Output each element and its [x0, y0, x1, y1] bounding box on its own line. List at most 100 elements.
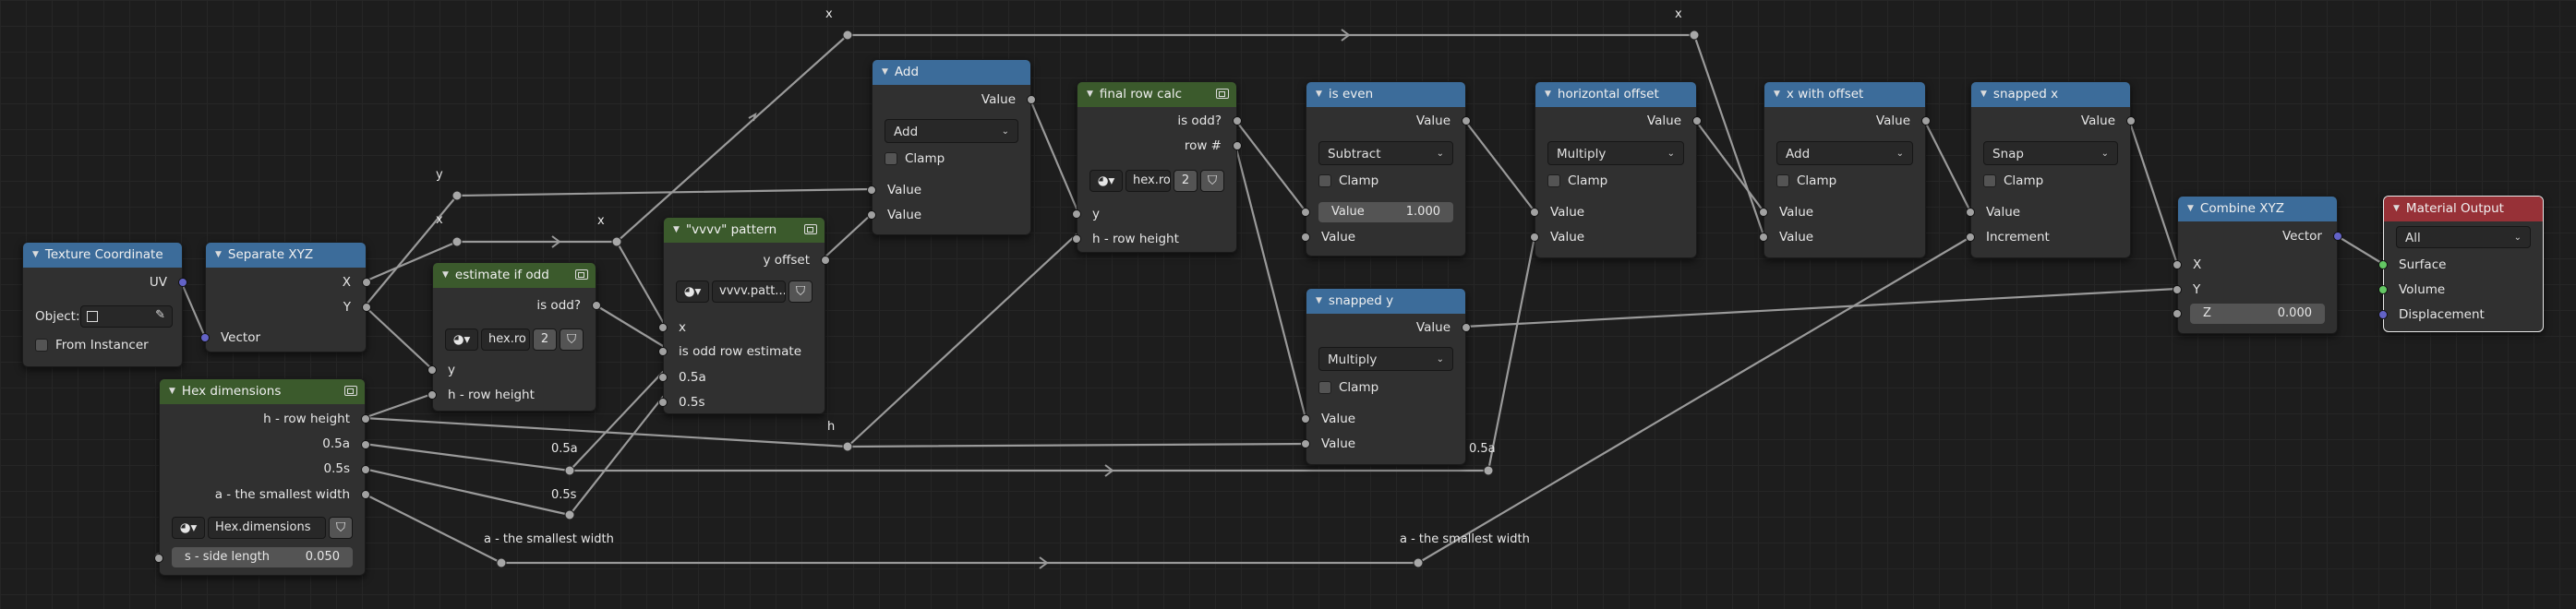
input-socket-05s[interactable]	[658, 398, 668, 407]
input-socket-z[interactable]	[2173, 309, 2182, 318]
input-socket-h[interactable]	[1072, 234, 1081, 244]
clamp-toggle[interactable]: Clamp	[1776, 171, 1836, 191]
input-socket-x[interactable]	[2173, 260, 2182, 269]
clamp-toggle[interactable]: Clamp	[1547, 171, 1607, 191]
z-field[interactable]: Z 0.000	[2190, 304, 2325, 324]
group-datablock-selector[interactable]: ◕▾ hex.ro 2 ⛉	[1089, 169, 1224, 193]
user-count[interactable]: 2	[533, 328, 557, 351]
node-tree-browse-icon[interactable]: ◕▾	[445, 328, 478, 351]
collapse-arrow-icon[interactable]: ▼	[1545, 82, 1551, 107]
node-header[interactable]: ▼ Combine XYZ	[2178, 197, 2337, 221]
output-socket-a[interactable]	[361, 490, 370, 499]
clamp-toggle[interactable]: Clamp	[1318, 377, 1378, 398]
collapse-arrow-icon[interactable]: ▼	[1316, 289, 1322, 314]
node-header[interactable]: ▼ Material Output	[2384, 197, 2543, 221]
node-snapped-x[interactable]: ▼ snapped x Value Snap ⌄ Clamp Value Incr…	[1966, 81, 2136, 258]
input-socket-odd-estimate[interactable]	[658, 347, 668, 356]
input-socket-y[interactable]	[2173, 285, 2182, 294]
operation-dropdown[interactable]: Subtract ⌄	[1318, 141, 1453, 165]
clamp-toggle[interactable]: Clamp	[1318, 171, 1378, 191]
fake-user-shield-icon[interactable]: ⛉	[1200, 170, 1224, 192]
operation-dropdown[interactable]: Add ⌄	[1776, 141, 1913, 165]
node-header[interactable]: ▼ Add	[873, 60, 1030, 85]
output-socket-y[interactable]	[362, 303, 371, 312]
node-group-icon[interactable]	[344, 386, 357, 396]
group-datablock-selector[interactable]: ◕▾ vvvv.patt... ⛉	[676, 280, 813, 304]
input-socket-value-2[interactable]	[867, 210, 876, 220]
collapse-arrow-icon[interactable]: ▼	[32, 243, 39, 268]
output-socket-x[interactable]	[362, 278, 371, 287]
input-socket-x[interactable]	[658, 323, 668, 332]
checkbox[interactable]	[1776, 174, 1789, 187]
output-socket-05a[interactable]	[361, 440, 370, 449]
input-socket-y[interactable]	[427, 365, 437, 375]
input-socket-value-2[interactable]	[1530, 233, 1539, 242]
output-socket-is-odd[interactable]	[1233, 116, 1242, 125]
input-socket-value-1[interactable]	[867, 185, 876, 195]
node-tree-browse-icon[interactable]: ◕▾	[676, 281, 709, 303]
collapse-arrow-icon[interactable]: ▼	[1316, 82, 1322, 107]
node-header[interactable]: ▼ estimate if odd	[433, 263, 596, 288]
fake-user-shield-icon[interactable]: ⛉	[329, 517, 353, 539]
fake-user-shield-icon[interactable]: ⛉	[788, 281, 813, 303]
input-socket-value-1[interactable]	[1759, 208, 1768, 217]
node-vvvv-pattern[interactable]: ▼ "vvvv" pattern y offset ◕▾ vvvv.patt..…	[658, 217, 830, 414]
output-socket-05s[interactable]	[361, 465, 370, 474]
input-socket-value-1[interactable]	[1530, 208, 1539, 217]
node-is-even[interactable]: ▼ is even Value Subtract ⌄ Clamp Value 1.…	[1301, 81, 1471, 257]
node-header[interactable]: ▼ final row calc	[1077, 82, 1236, 107]
node-combine-xyz[interactable]: ▼ Combine XYZ Vector X Y Z 0.000	[2173, 196, 2342, 334]
clamp-toggle[interactable]: Clamp	[885, 149, 945, 169]
output-socket-uv[interactable]	[178, 278, 187, 287]
input-socket-value-2[interactable]	[1759, 233, 1768, 242]
node-material-output[interactable]: ▼ Material Output All ⌄ Surface Volume Di…	[2378, 196, 2544, 332]
node-horizontal-offset[interactable]: ▼ horizontal offset Value Multiply ⌄ Clam…	[1530, 81, 1702, 258]
input-socket-value[interactable]	[1966, 208, 1975, 217]
node-header[interactable]: ▼ horizontal offset	[1535, 82, 1696, 107]
node-texture-coordinate[interactable]: ▼ Texture Coordinate UV Object: ✎ From I…	[22, 242, 187, 367]
node-header[interactable]: ▼ x with offset	[1764, 82, 1925, 107]
object-picker-field[interactable]: ✎	[80, 305, 173, 328]
input-socket-h[interactable]	[427, 390, 437, 400]
clamp-toggle[interactable]: Clamp	[1983, 171, 2043, 191]
node-header[interactable]: ▼ snapped y	[1306, 289, 1465, 314]
node-header[interactable]: ▼ is even	[1306, 82, 1465, 107]
group-name-field[interactable]: vvvv.patt...	[712, 281, 786, 303]
collapse-arrow-icon[interactable]: ▼	[1087, 82, 1093, 107]
group-datablock-selector[interactable]: ◕▾ Hex.dimensions ⛉	[172, 516, 353, 540]
node-snapped-y[interactable]: ▼ snapped y Value Multiply ⌄ Clamp Value …	[1301, 288, 1471, 465]
output-socket-value[interactable]	[1462, 116, 1471, 125]
collapse-arrow-icon[interactable]: ▼	[442, 263, 449, 288]
input-socket-value-1[interactable]	[1301, 414, 1310, 424]
collapse-arrow-icon[interactable]: ▼	[673, 218, 680, 243]
node-header[interactable]: ▼ Separate XYZ	[206, 243, 366, 268]
checkbox[interactable]	[1318, 381, 1331, 394]
collapse-arrow-icon[interactable]: ▼	[215, 243, 222, 268]
collapse-arrow-icon[interactable]: ▼	[1774, 82, 1780, 107]
group-name-field[interactable]: hex.ro	[481, 328, 530, 351]
node-group-icon[interactable]	[1216, 89, 1229, 99]
value-field[interactable]: Value 1.000	[1318, 202, 1453, 222]
input-socket-value-2[interactable]	[1301, 439, 1310, 448]
output-socket-vector[interactable]	[2333, 232, 2342, 241]
node-tree-browse-icon[interactable]: ◕▾	[172, 517, 205, 539]
node-separate-xyz[interactable]: ▼ Separate XYZ X Y Vector	[200, 242, 371, 352]
group-name-field[interactable]: hex.ro	[1125, 170, 1171, 192]
user-count[interactable]: 2	[1174, 170, 1198, 192]
node-header[interactable]: ▼ Hex dimensions	[160, 379, 365, 404]
output-socket-y-offset[interactable]	[821, 256, 830, 265]
operation-dropdown[interactable]: Multiply ⌄	[1318, 347, 1453, 371]
input-socket-volume[interactable]	[2378, 285, 2388, 294]
input-socket-displacement[interactable]	[2378, 310, 2388, 319]
output-socket-value[interactable]	[2126, 116, 2136, 125]
operation-dropdown[interactable]: Add ⌄	[885, 119, 1018, 143]
input-socket-increment[interactable]	[1966, 233, 1975, 242]
collapse-arrow-icon[interactable]: ▼	[2393, 197, 2400, 221]
output-socket-value[interactable]	[1027, 95, 1036, 104]
collapse-arrow-icon[interactable]: ▼	[169, 379, 175, 404]
node-x-with-offset[interactable]: ▼ x with offset Value Add ⌄ Clamp Value V…	[1759, 81, 1931, 258]
output-socket-is-odd[interactable]	[592, 301, 601, 310]
checkbox[interactable]	[1983, 174, 1996, 187]
input-socket-surface[interactable]	[2378, 260, 2388, 269]
output-socket-value[interactable]	[1921, 116, 1931, 125]
